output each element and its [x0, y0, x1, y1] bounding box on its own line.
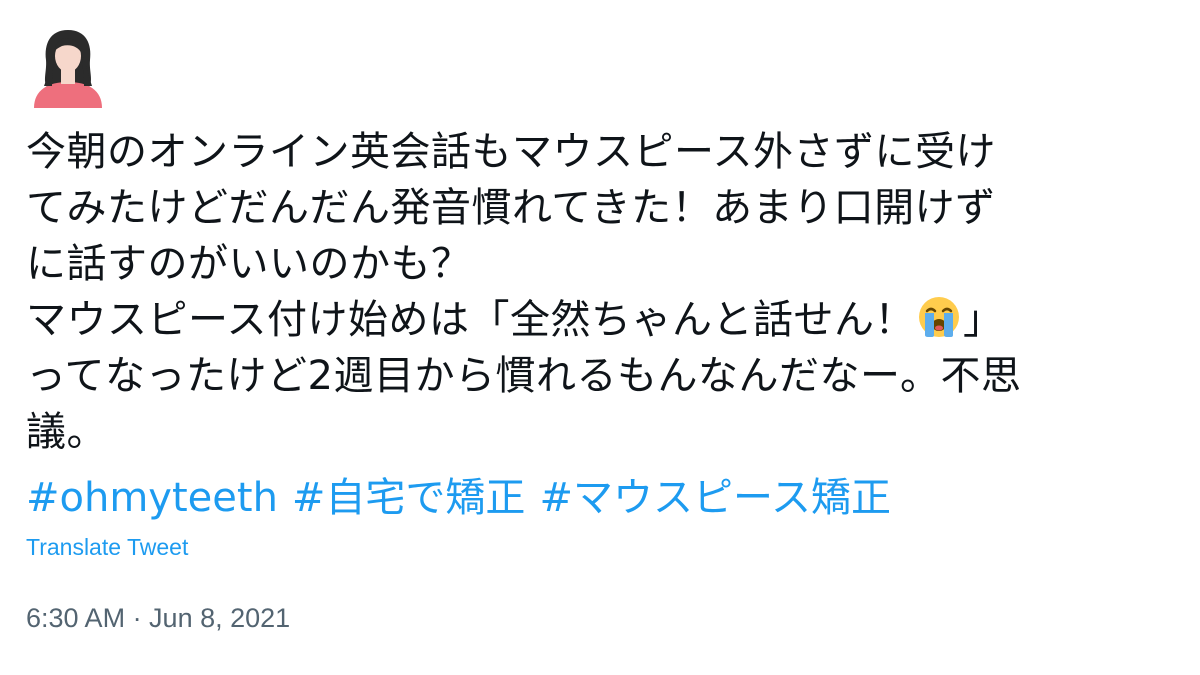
tweet-line-fragment: マウスピース付け始めは「全然ちゃんと話せん！	[26, 297, 915, 343]
hashtag-list: #ohmyteeth #自宅で矯正 #マウスピース矯正	[26, 470, 905, 526]
tweet-card: 今朝のオンライン英会話もマウスピース外さずに受け てみたけどだんだん発音慣れてき…	[0, 0, 1200, 675]
tweet-line: 議。	[26, 409, 107, 455]
tweet-line: ってなったけど2週目から慣れるもんなんだなー。不思	[26, 353, 1022, 399]
avatar[interactable]	[30, 26, 106, 108]
hashtag-link[interactable]: #ohmyteeth	[26, 475, 278, 521]
tweet-line: 今朝のオンライン英会話もマウスピース外さずに受け	[26, 129, 996, 175]
tweet-text: 今朝のオンライン英会話もマウスピース外さずに受け てみたけどだんだん発音慣れてき…	[26, 124, 1186, 460]
loudly-crying-face-icon	[917, 295, 961, 339]
tweet-line: マウスピース付け始めは「全然ちゃんと話せん！ 」	[26, 292, 1186, 348]
woman-avatar-icon	[34, 30, 102, 108]
tweet-timestamp[interactable]: 6:30 AM · Jun 8, 2021	[26, 603, 290, 634]
translate-tweet-link[interactable]: Translate Tweet	[26, 534, 188, 561]
hashtag-link[interactable]: #マウスピース矯正	[539, 475, 891, 521]
tweet-line: に話すのがいいのかも？	[26, 241, 472, 287]
tweet-line: てみたけどだんだん発音慣れてきた！あまり口開けず	[26, 185, 996, 231]
hashtag-link[interactable]: #自宅で矯正	[292, 475, 526, 521]
tweet-line-fragment: 」	[963, 297, 1004, 343]
